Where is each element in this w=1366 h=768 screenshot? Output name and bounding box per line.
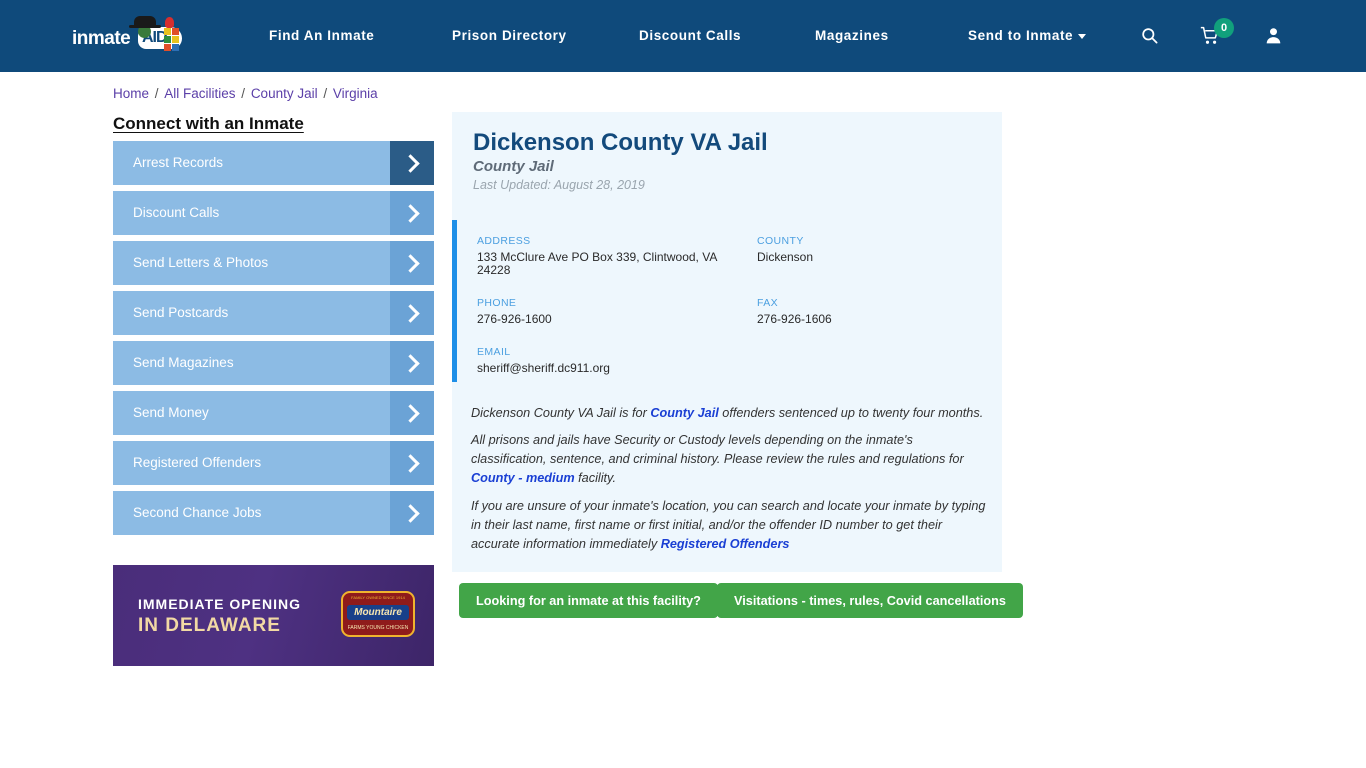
description-paragraph-2: All prisons and jails have Security or C… (471, 431, 986, 488)
field-value: 276-926-1600 (477, 312, 552, 326)
field-value: sheriff@sheriff.dc911.org (477, 361, 610, 375)
breadcrumb-item-home[interactable]: Home (113, 86, 149, 101)
breadcrumb-separator: / (237, 86, 249, 101)
sidebar-item-label: Send Magazines (133, 355, 234, 370)
sidebar-menu: Arrest Records Discount Calls Send Lette… (113, 141, 434, 541)
facility-info-panel: Dickenson County VA Jail County Jail Las… (452, 112, 1002, 572)
looking-for-inmate-button[interactable]: Looking for an inmate at this facility? (459, 583, 718, 618)
chevron-right-icon (390, 191, 434, 235)
ad-headline-line1: IMMEDIATE OPENING (138, 596, 301, 612)
visitations-button[interactable]: Visitations - times, rules, Covid cancel… (717, 583, 1023, 618)
field-label: EMAIL (477, 346, 511, 358)
nav-label: Discount Calls (639, 28, 742, 43)
chevron-right-icon (390, 341, 434, 385)
sidebar-item-send-letters-photos[interactable]: Send Letters & Photos (113, 241, 434, 285)
paragraph-text: offenders sentenced up to twenty four mo… (718, 406, 984, 420)
description-paragraph-1: Dickenson County VA Jail is for County J… (471, 404, 986, 423)
paragraph-text: All prisons and jails have Security or C… (471, 433, 964, 466)
site-logo[interactable]: inmate AID (72, 14, 190, 58)
nav-item-discount-calls[interactable]: Discount Calls (639, 28, 741, 43)
breadcrumb-item-virginia[interactable]: Virginia (333, 86, 378, 101)
field-value: 276-926-1606 (757, 312, 832, 326)
description-paragraph-3: If you are unsure of your inmate's locat… (471, 497, 986, 554)
breadcrumb-separator: / (151, 86, 163, 101)
breadcrumb-separator: / (319, 86, 331, 101)
ad-headline-line2: IN DELAWARE (138, 615, 281, 636)
logo-wordmark: inmate (72, 28, 131, 49)
sidebar-item-discount-calls[interactable]: Discount Calls (113, 191, 434, 235)
field-label: COUNTY (757, 235, 804, 247)
chevron-right-icon (390, 241, 434, 285)
last-updated-text: Last Updated: August 28, 2019 (473, 178, 645, 192)
contact-column-left: ADDRESS 133 McClure Ave PO Box 339, Clin… (477, 235, 739, 392)
ad-logo-brand: Mountaire (354, 607, 402, 618)
ad-logo-top-text: FAMILY OWNED SINCE 1914 (351, 595, 405, 600)
field-fax: FAX 276-926-1606 (757, 297, 987, 326)
sidebar-item-arrest-records[interactable]: Arrest Records (113, 141, 434, 185)
chevron-down-icon (1078, 33, 1087, 39)
nav-label: Magazines (815, 28, 889, 43)
sidebar-item-send-money[interactable]: Send Money (113, 391, 434, 435)
field-label: PHONE (477, 297, 517, 309)
field-county: COUNTY Dickenson (757, 235, 987, 264)
field-label: FAX (757, 297, 779, 309)
search-icon[interactable] (1140, 26, 1159, 50)
nav-item-find-an-inmate[interactable]: Find An Inmate (269, 28, 374, 43)
sidebar-item-label: Registered Offenders (133, 455, 262, 470)
chevron-right-icon (390, 291, 434, 335)
shopping-cart-icon[interactable]: 0 (1200, 18, 1234, 51)
field-value: Dickenson (757, 250, 814, 264)
sidebar-item-send-postcards[interactable]: Send Postcards (113, 291, 434, 335)
breadcrumb-item-county-jail[interactable]: County Jail (251, 86, 318, 101)
paragraph-text: Dickenson County VA Jail is for (471, 406, 651, 420)
field-email: EMAIL sheriff@sheriff.dc911.org (477, 346, 739, 375)
chevron-right-icon (390, 491, 434, 535)
paragraph-text: facility. (574, 471, 616, 485)
sidebar-item-label: Send Money (133, 405, 209, 420)
link-county-medium[interactable]: County - medium (471, 471, 575, 485)
logo-character-hat-icon (129, 16, 161, 28)
sidebar-item-label: Discount Calls (133, 205, 220, 220)
nav-item-prison-directory[interactable]: Prison Directory (452, 28, 567, 43)
sidebar-item-registered-offenders[interactable]: Registered Offenders (113, 441, 434, 485)
logo-bird-icon (165, 17, 174, 28)
chevron-right-icon (390, 141, 434, 185)
field-phone: PHONE 276-926-1600 (477, 297, 739, 326)
facility-type-subtitle: County Jail (473, 158, 554, 175)
accent-bar (452, 220, 457, 382)
sidebar-item-label: Send Letters & Photos (133, 255, 269, 270)
user-account-icon[interactable] (1264, 26, 1283, 50)
nav-item-magazines[interactable]: Magazines (815, 28, 889, 43)
nav-item-send-to-inmate[interactable]: Send to Inmate (968, 28, 1087, 43)
cart-count-badge: 0 (1214, 18, 1234, 38)
sidebar-item-send-magazines[interactable]: Send Magazines (113, 341, 434, 385)
contact-column-right: COUNTY Dickenson FAX 276-926-1606 (757, 235, 987, 343)
sidebar-item-second-chance-jobs[interactable]: Second Chance Jobs (113, 491, 434, 535)
field-value: 133 McClure Ave PO Box 339, Clintwood, V… (477, 250, 717, 277)
ad-logo-sub: FARMS YOUNG CHICKEN (347, 625, 409, 631)
sidebar-item-label: Second Chance Jobs (133, 505, 262, 520)
sidebar-title: Connect with an Inmate (113, 114, 304, 133)
field-address: ADDRESS 133 McClure Ave PO Box 339, Clin… (477, 235, 739, 277)
chevron-right-icon (390, 441, 434, 485)
nav-label: Send to Inmate (968, 28, 1074, 43)
field-label: ADDRESS (477, 235, 531, 247)
link-county-jail[interactable]: County Jail (650, 406, 718, 420)
nav-label: Prison Directory (452, 28, 567, 43)
nav-label: Find An Inmate (269, 28, 375, 43)
sidebar-item-label: Send Postcards (133, 305, 229, 320)
breadcrumb-item-all-facilities[interactable]: All Facilities (164, 86, 235, 101)
mountaire-farms-logo: FAMILY OWNED SINCE 1914 Mountaire FARMS … (341, 591, 415, 637)
logo-color-squares (164, 28, 182, 51)
breadcrumb: Home / All Facilities / County Jail / Vi… (113, 86, 378, 101)
chevron-right-icon (390, 391, 434, 435)
link-registered-offenders[interactable]: Registered Offenders (661, 537, 790, 551)
advertisement-banner[interactable]: IMMEDIATE OPENING IN DELAWARE FAMILY OWN… (113, 565, 434, 666)
page-title: Dickenson County VA Jail (473, 129, 768, 156)
sidebar-item-label: Arrest Records (133, 155, 224, 170)
site-header: inmate AID Find An Inmate Prison Directo… (0, 0, 1366, 72)
